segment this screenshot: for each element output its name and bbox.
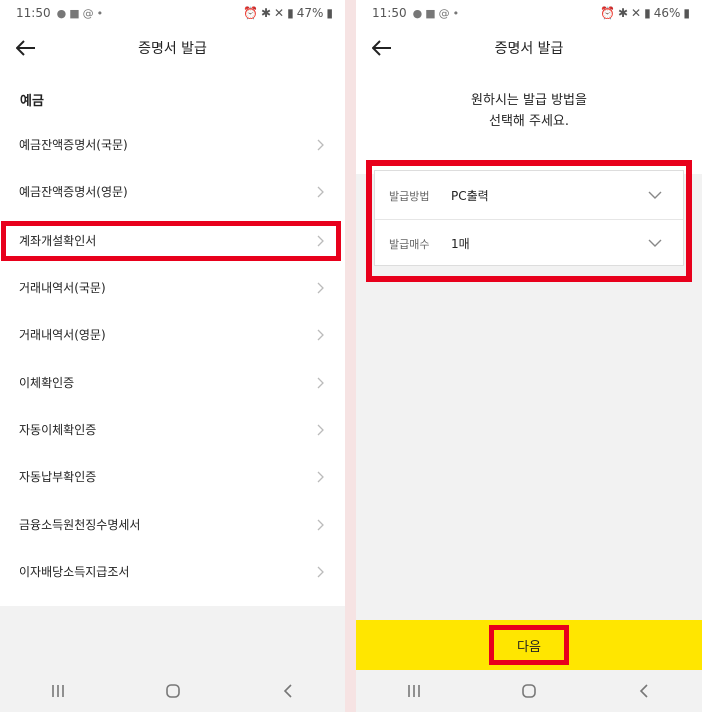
system-icons: ⏰ ✱ ✕ ▮ 47% ▮ [243, 6, 333, 20]
app-bar: 증명서 발급 [356, 26, 702, 70]
list-item[interactable]: 예금잔액증명서(국문) [0, 121, 345, 168]
section-title: 예금 [20, 94, 44, 109]
battery-level: 46% [653, 6, 681, 20]
chevron-right-icon [317, 235, 324, 246]
back-button[interactable] [368, 34, 396, 62]
list-item[interactable]: 이자배당소득지급조서 [0, 548, 345, 595]
notification-icons: ● ■ @ • [57, 7, 104, 20]
alarm-icon: ⏰ [243, 6, 258, 20]
home-button[interactable] [153, 676, 193, 706]
at-icon: @ [82, 6, 94, 20]
next-button[interactable]: 다음 [489, 625, 569, 665]
status-bar: 11:50 ● ■ @ • ⏰ ✱ ✕ ▮ 47% ▮ [0, 0, 345, 26]
certificate-list: 예금 예금잔액증명서(국문) 예금잔액증명서(영문) 계좌개설확인서 거래내역서… [0, 70, 345, 606]
chevron-down-icon [648, 191, 662, 199]
app-bar: 증명서 발급 [0, 26, 345, 70]
list-item[interactable]: 자동납부확인증 [0, 453, 345, 500]
signal-icon: ▮ [287, 6, 294, 20]
status-time: 11:50 [372, 6, 407, 20]
status-time: 11:50 [16, 6, 51, 20]
list-item[interactable]: 금융소득원천징수명세서 [0, 501, 345, 548]
navigation-bar [356, 670, 702, 712]
battery-icon: ▮ [683, 6, 690, 20]
page-title: 증명서 발급 [138, 41, 207, 57]
chat-icon: ● [412, 6, 423, 20]
status-bar: 11:50 ● ■ @ • ⏰ ✱ ✕ ▮ 46% ▮ [356, 0, 702, 26]
issue-count-label: 발급매수 [389, 237, 430, 251]
issue-method-value: PC출력 [451, 189, 489, 203]
alarm-icon: ⏰ [600, 6, 615, 20]
recent-apps-icon [51, 685, 64, 697]
issue-method-select[interactable]: 발급방법 PC출력 [375, 172, 683, 219]
chevron-left-icon [283, 684, 292, 698]
recent-apps-icon [407, 685, 420, 697]
chevron-right-icon [317, 471, 324, 482]
message-icon: ■ [69, 6, 80, 20]
bluetooth-icon: ✱ [617, 6, 629, 20]
message-icon: ■ [425, 6, 436, 20]
signal-icon: ▮ [644, 6, 651, 20]
chevron-down-icon [648, 239, 662, 247]
mute-icon: ✕ [274, 6, 285, 20]
chat-icon: ● [56, 6, 67, 20]
page-title: 증명서 발급 [494, 41, 564, 57]
back-button[interactable] [12, 34, 40, 62]
bottom-action-bar: 다음 [356, 620, 702, 670]
list-item[interactable]: 이체확인증 [0, 359, 345, 406]
chevron-right-icon [317, 424, 324, 435]
instruction-heading: 원하시는 발급 방법을 선택해 주세요. [471, 93, 587, 129]
issue-count-value: 1매 [451, 237, 470, 251]
recent-apps-button[interactable] [38, 676, 78, 706]
chevron-right-icon [317, 329, 324, 340]
nav-back-button[interactable] [268, 676, 308, 706]
chevron-right-icon [317, 139, 324, 150]
list-item[interactable]: 예금잔액증명서(영문) [0, 168, 345, 215]
dot-icon: • [452, 6, 460, 20]
recent-apps-button[interactable] [394, 676, 434, 706]
nav-back-button[interactable] [624, 676, 664, 706]
chevron-left-icon [640, 684, 648, 698]
bluetooth-icon: ✱ [260, 6, 272, 20]
list-item[interactable]: 거래내역서(국문) [0, 264, 345, 311]
right-phone-screen: 11:50 ● ■ @ • ⏰ ✱ ✕ ▮ 46% ▮ 증명서 발급 원하시는 … [356, 0, 702, 712]
navigation-bar [0, 670, 345, 712]
chevron-right-icon [317, 519, 324, 530]
back-arrow-icon [372, 40, 391, 56]
mute-icon: ✕ [631, 6, 642, 20]
notification-icons: ● ■ @ • [413, 7, 460, 20]
left-phone-screen: 11:50 ● ■ @ • ⏰ ✱ ✕ ▮ 47% ▮ 증명서 발급 예금 예금… [0, 0, 345, 712]
home-icon [165, 684, 180, 698]
system-icons: ⏰ ✱ ✕ ▮ 46% ▮ [600, 6, 690, 20]
home-button[interactable] [509, 676, 549, 706]
dot-icon: • [96, 6, 104, 20]
chevron-right-icon [317, 282, 324, 293]
back-arrow-icon [16, 40, 35, 56]
issue-form: 발급방법 PC출력 발급매수 1매 [374, 170, 684, 266]
list-item[interactable]: 자동이체확인증 [0, 406, 345, 453]
list-item-account-opening[interactable]: 계좌개설확인서 [0, 217, 345, 264]
battery-level: 47% [296, 6, 324, 20]
home-icon [522, 684, 536, 698]
at-icon: @ [438, 6, 450, 20]
battery-icon: ▮ [326, 6, 333, 20]
issue-method-label: 발급방법 [389, 189, 430, 203]
list-item[interactable]: 거래내역서(영문) [0, 311, 345, 358]
chevron-right-icon [317, 186, 324, 197]
chevron-right-icon [317, 566, 324, 577]
chevron-right-icon [317, 377, 324, 388]
issue-count-select[interactable]: 발급매수 1매 [375, 220, 683, 267]
